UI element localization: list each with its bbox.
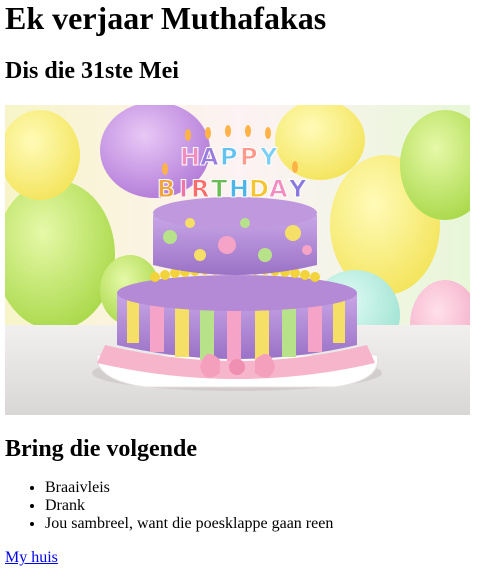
cake-letter: T	[211, 175, 228, 203]
cake-letter: Y	[288, 175, 307, 203]
cake-letter: H	[180, 143, 200, 171]
cake-letter: P	[240, 143, 258, 171]
link-container: My huis	[5, 549, 475, 567]
cake-letter: A	[200, 143, 219, 171]
birthday-cake-image: H A P P Y B I R T H D A Y	[5, 105, 470, 415]
page-content: Ek verjaar Muthafakas Dis die 31ste Mei	[0, 0, 480, 567]
cake-letter: D	[249, 175, 269, 203]
list-heading: Bring die volgende	[5, 436, 198, 462]
home-link[interactable]: My huis	[5, 549, 58, 566]
bring-list: Braaivleis Drank Jou sambreel, want die …	[5, 479, 475, 533]
list-item: Jou sambreel, want die poesklappe gaan r…	[45, 515, 475, 533]
cake-letter: I	[179, 175, 188, 203]
list-item: Braaivleis	[45, 479, 475, 497]
cake-letter: B	[157, 175, 175, 203]
page-title: Ek verjaar Muthafakas	[5, 0, 327, 36]
cake-letter: Y	[259, 143, 278, 171]
cake-letter: P	[220, 143, 238, 171]
cake-letter: H	[229, 175, 249, 203]
cake-letter: R	[191, 175, 209, 203]
cake-letter: A	[269, 175, 288, 203]
date-subtitle: Dis die 31ste Mei	[5, 58, 179, 84]
list-item: Drank	[45, 497, 475, 515]
